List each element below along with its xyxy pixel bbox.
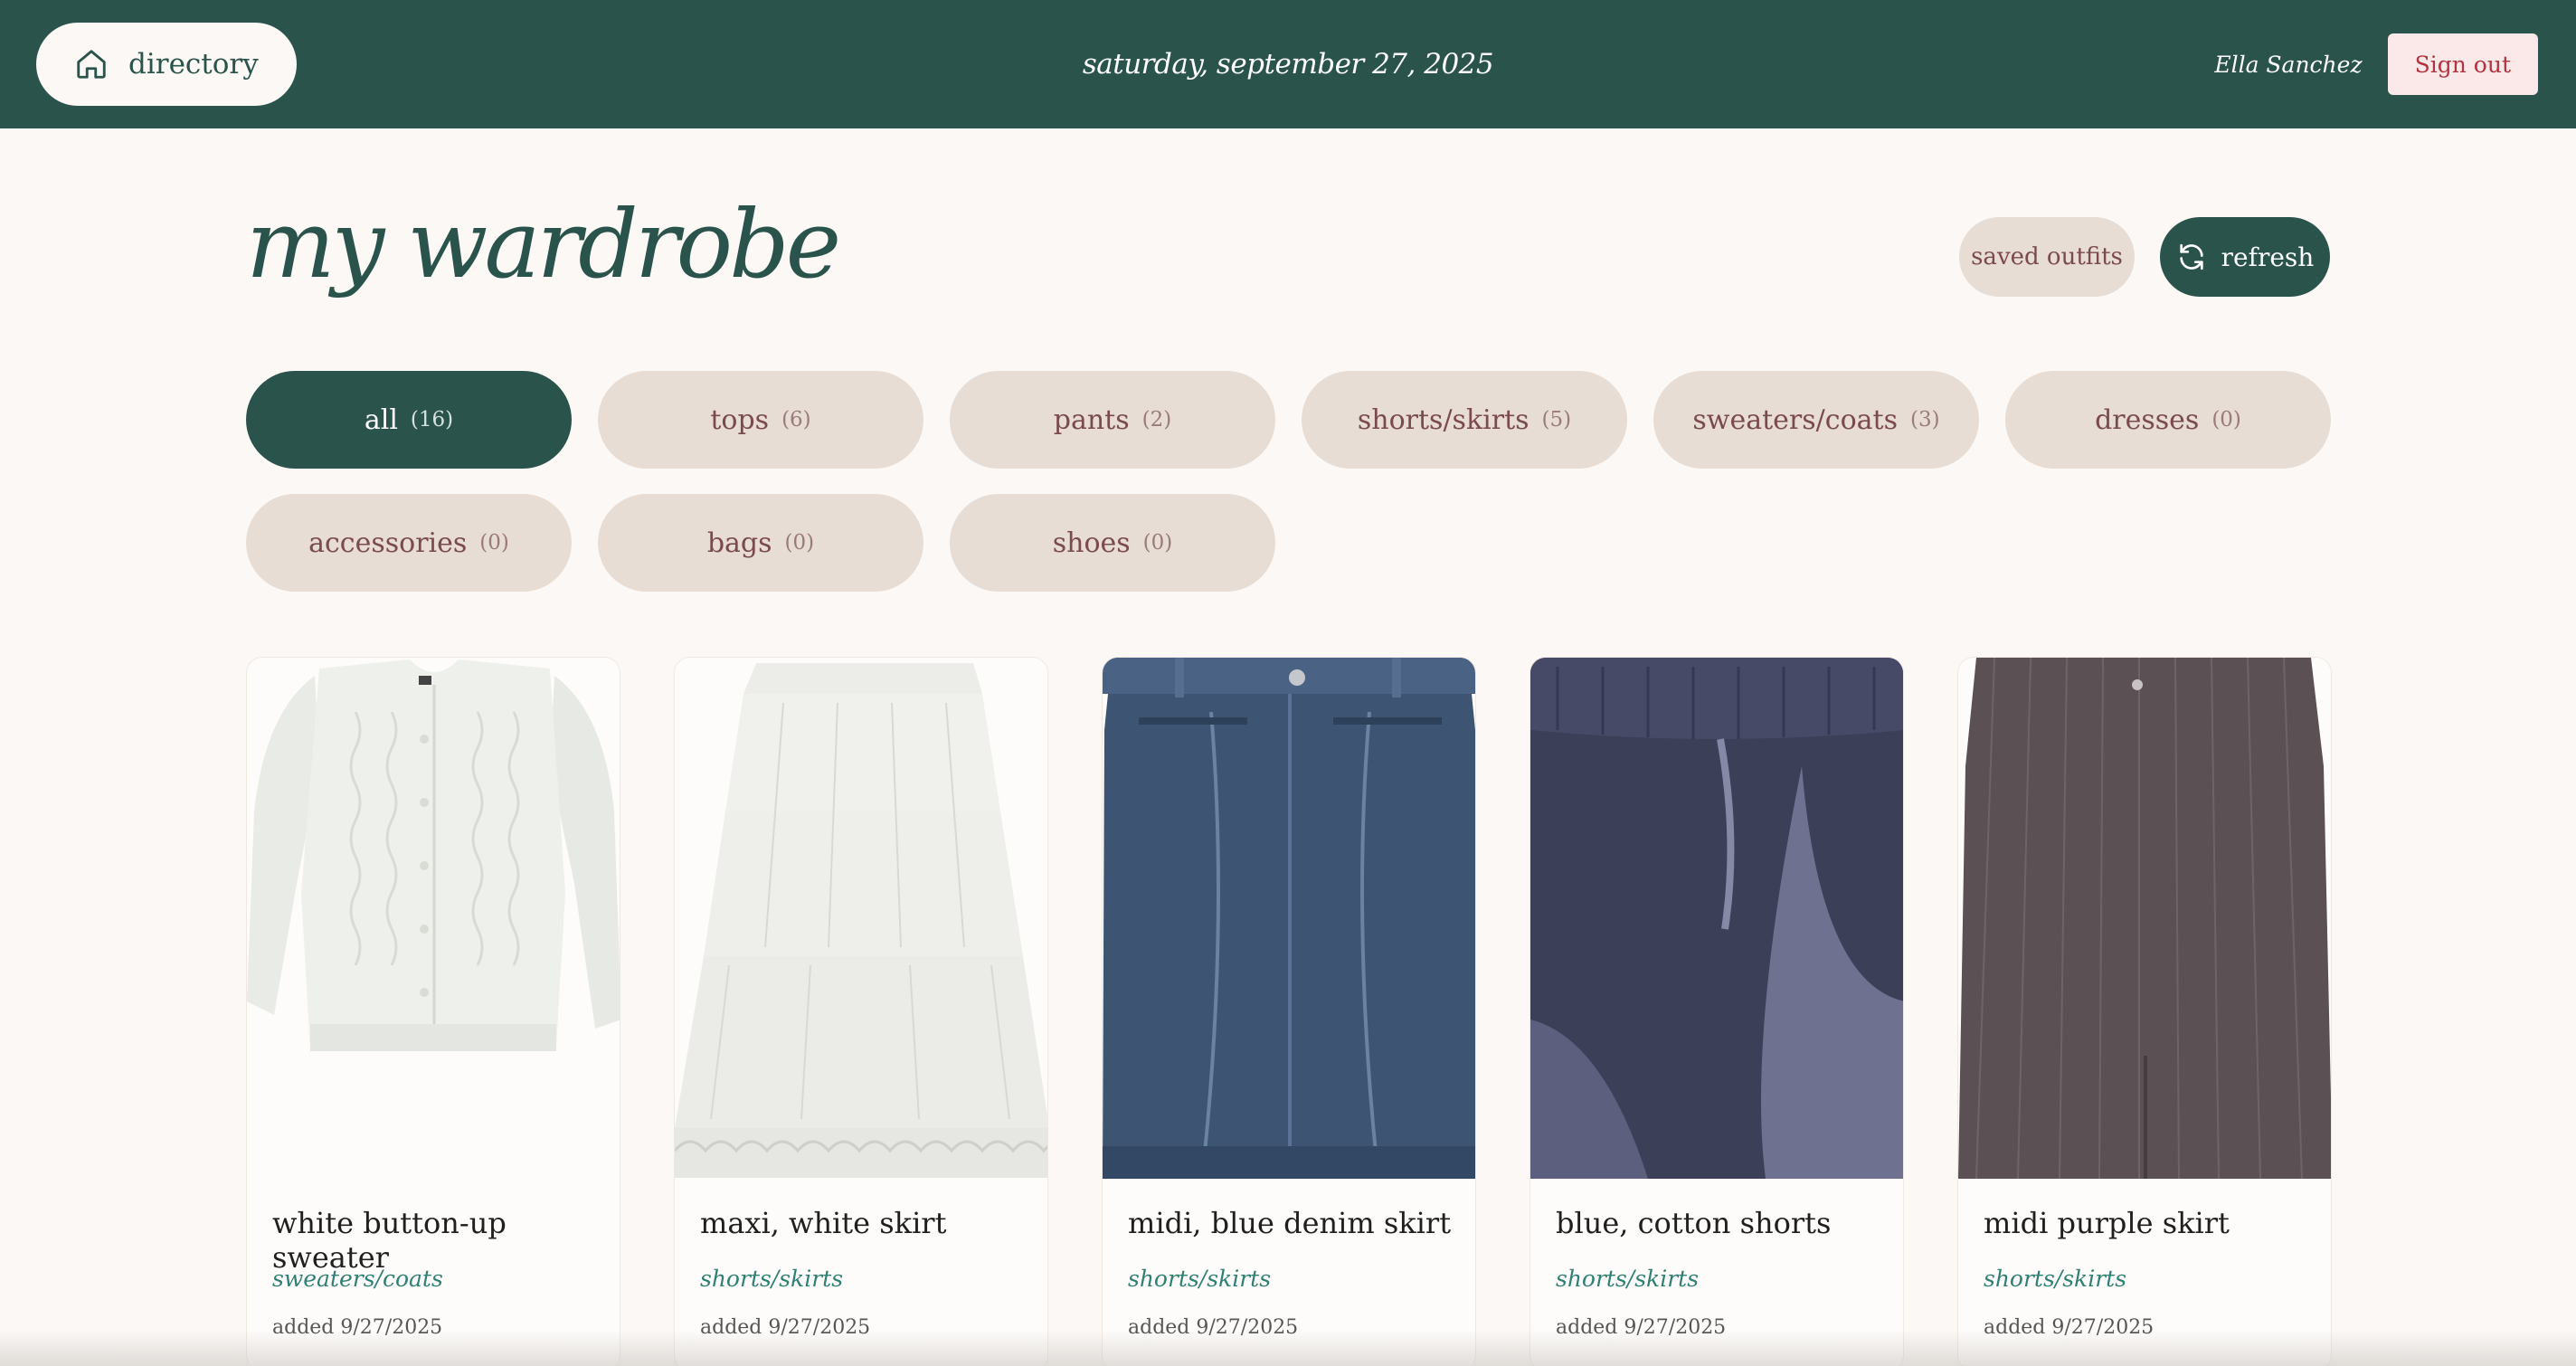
category-pill-shorts-skirts[interactable]: shorts/skirts (5) [1302,371,1627,469]
category-count: (5) [1541,408,1572,432]
item-name: midi purple skirt [1984,1206,2230,1240]
current-date: saturday, september 27, 2025 [1082,48,1494,81]
category-count: (0) [2211,408,2241,432]
top-bar: directory saturday, september 27, 2025 E… [0,0,2576,128]
category-count: (0) [479,531,509,555]
item-card[interactable]: blue, cotton shorts shorts/skirts added … [1530,657,1904,1366]
item-photo-cotton-shorts [1530,658,1903,1179]
item-photo-white-sweater [247,658,620,1179]
category-pill-accessories[interactable]: accessories (0) [246,494,572,592]
home-icon [77,50,106,79]
category-label: accessories [308,526,468,559]
category-label: all [364,403,398,436]
item-card[interactable]: maxi, white skirt shorts/skirts added 9/… [674,657,1048,1366]
username: Ella Sanchez [2214,51,2363,78]
category-count: (0) [784,531,815,555]
category-label: shorts/skirts [1357,403,1530,436]
item-photo-denim-skirt [1103,658,1475,1179]
item-category: shorts/skirts [1556,1266,1700,1292]
item-card[interactable]: white button-up sweater sweaters/coats a… [246,657,620,1366]
directory-button[interactable]: directory [36,23,297,106]
category-pill-bags[interactable]: bags (0) [598,494,923,592]
directory-label: directory [128,48,259,81]
category-count: (0) [1142,531,1173,555]
category-pill-dresses[interactable]: dresses (0) [2005,371,2331,469]
category-pill-shoes[interactable]: shoes (0) [950,494,1275,592]
item-card[interactable]: midi, blue denim skirt shorts/skirts add… [1102,657,1476,1366]
item-name: blue, cotton shorts [1556,1206,1832,1240]
item-name: midi, blue denim skirt [1128,1206,1452,1240]
saved-outfits-button[interactable]: saved outfits [1959,217,2135,297]
category-pill-sweaters-coats[interactable]: sweaters/coats (3) [1653,371,1979,469]
category-count: (2) [1141,408,1172,432]
item-name: maxi, white skirt [700,1206,947,1240]
category-pill-all[interactable]: all (16) [246,371,572,469]
item-name: white button-up sweater [272,1206,507,1275]
category-pill-pants[interactable]: pants (2) [950,371,1275,469]
item-photo-purple-skirt [1958,658,2331,1179]
category-pill-tops[interactable]: tops (6) [598,371,923,469]
category-filters: all (16) tops (6) pants (2) shorts/skirt… [246,371,2331,592]
item-category: shorts/skirts [1128,1266,1272,1292]
category-count: (6) [781,408,811,432]
refresh-button[interactable]: refresh [2160,217,2330,297]
wardrobe-grid: white button-up sweater sweaters/coats a… [246,657,2332,1366]
category-label: shoes [1052,526,1131,559]
category-label: pants [1053,403,1130,436]
item-category: shorts/skirts [700,1266,844,1292]
item-category: shorts/skirts [1984,1266,2127,1292]
refresh-label: refresh [2221,242,2315,272]
category-label: tops [710,403,770,436]
category-count: (16) [410,408,454,432]
item-category: sweaters/coats [272,1266,443,1292]
category-count: (3) [1909,408,1940,432]
category-label: dresses [2095,403,2200,436]
sign-out-button[interactable]: Sign out [2387,33,2538,95]
item-photo-maxi-white-skirt [675,658,1047,1179]
refresh-icon [2179,243,2203,270]
bottom-shadow [0,1330,2576,1366]
item-card[interactable]: midi purple skirt shorts/skirts added 9/… [1957,657,2332,1366]
page-title: my wardrobe [246,189,841,299]
category-label: sweaters/coats [1692,403,1898,436]
category-label: bags [706,526,772,559]
